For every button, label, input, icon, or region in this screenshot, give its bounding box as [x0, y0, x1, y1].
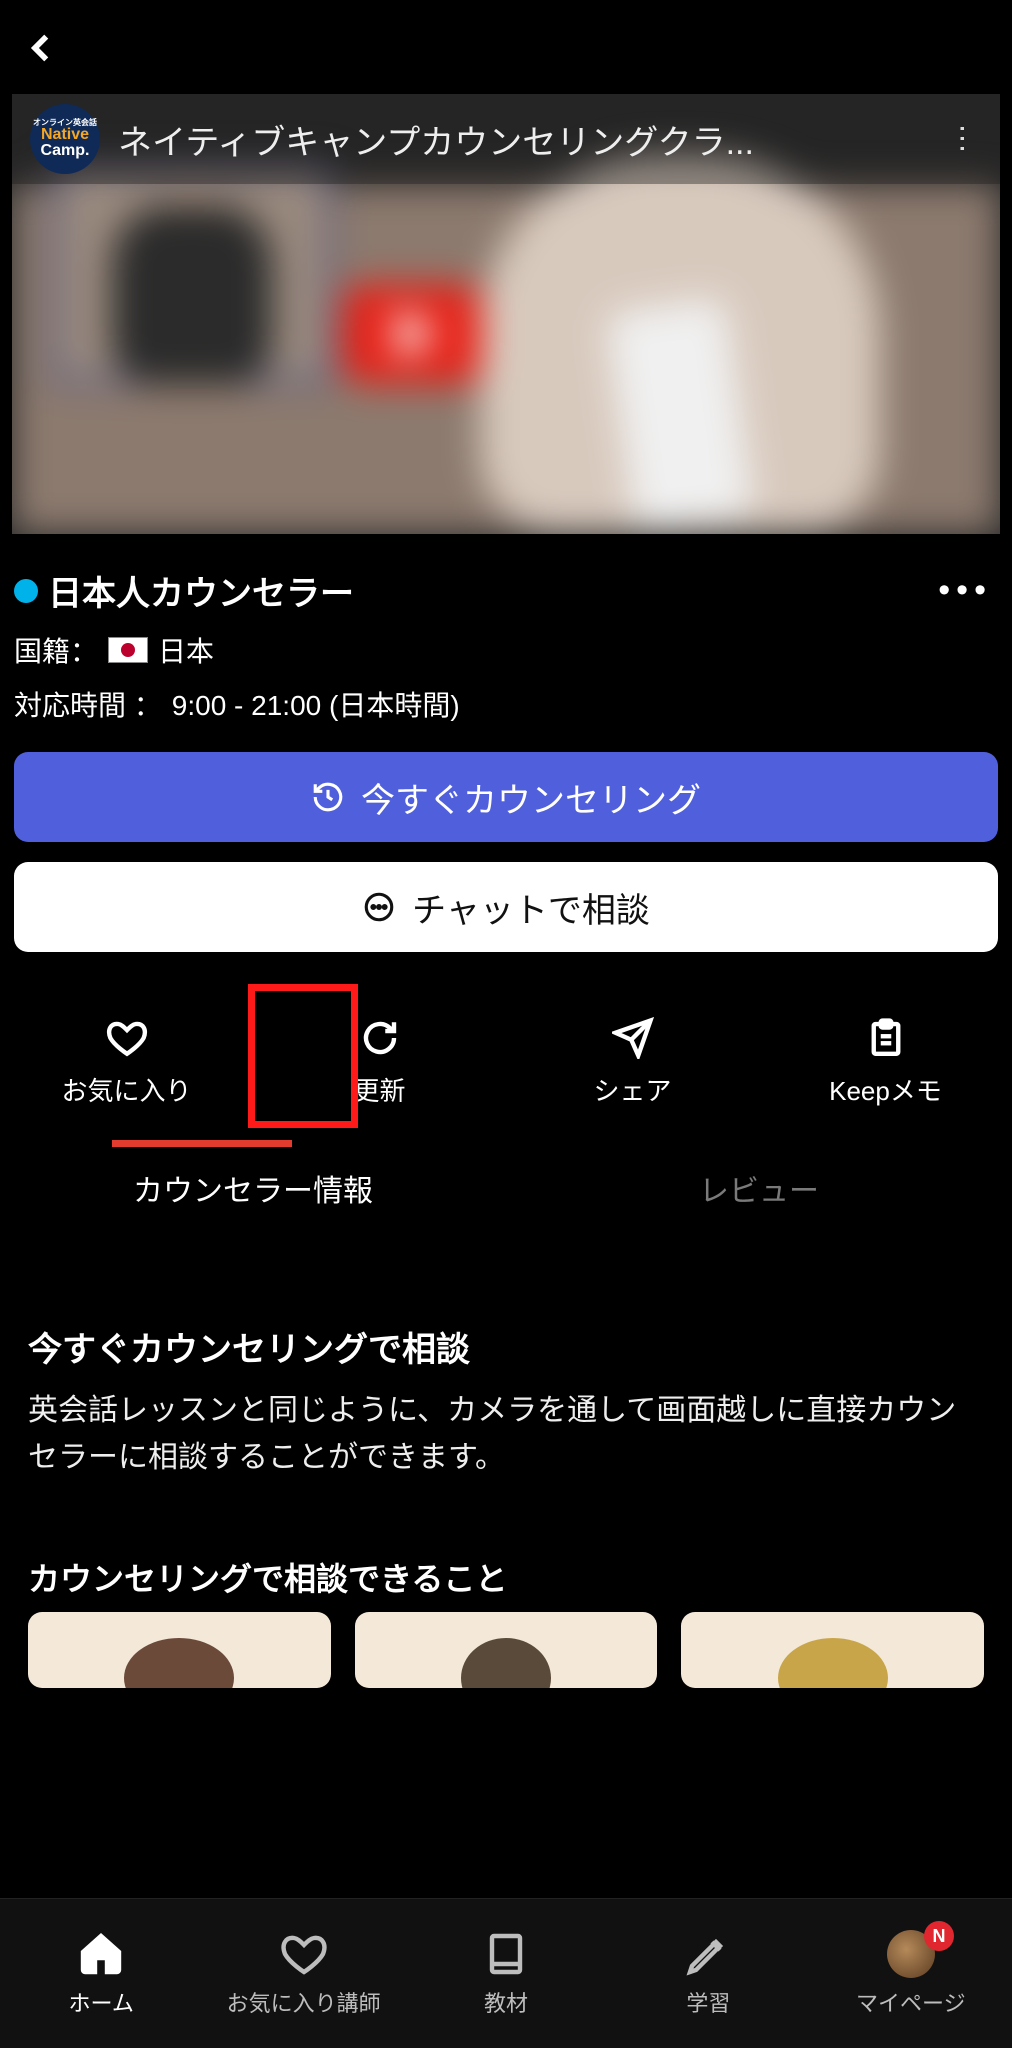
nationality-value: 日本 [158, 630, 214, 670]
topic-card[interactable] [355, 1612, 658, 1688]
topic-cards [28, 1612, 984, 1688]
tab-review-label: レビュー [699, 1166, 819, 1210]
favorite-label: お気に入り [61, 1071, 191, 1108]
hours-value: 9:00 - 21:00 (日本時間) [172, 684, 460, 724]
video-player[interactable]: オンライン英会話 Native Camp. ネイティブキャンプカウンセリングクラ… [12, 94, 1000, 534]
heart-icon [106, 1017, 148, 1059]
tab-counselor-info[interactable]: カウンセラー情報 [0, 1140, 506, 1236]
topic-card[interactable] [28, 1612, 331, 1688]
share-action[interactable]: シェア [506, 992, 759, 1132]
bottom-nav: ホーム お気に入り講師 教材 学習 マイページ N [0, 1898, 1012, 2048]
home-icon [77, 1930, 125, 1978]
section-heading-1: 今すぐカウンセリングで相談 [28, 1322, 984, 1371]
nav-home[interactable]: ホーム [0, 1899, 202, 2048]
keep-memo-label: Keepメモ [829, 1071, 942, 1108]
status-indicator [14, 579, 38, 603]
refresh-label: 更新 [353, 1071, 405, 1108]
logo-line2: Camp. [41, 143, 90, 159]
section-paragraph-1: 英会話レッスンと同じように、カメラを通して画面越しに直接カウンセラーに相談するこ… [28, 1388, 984, 1481]
history-icon [311, 780, 345, 814]
book-icon [482, 1930, 530, 1978]
refresh-action[interactable]: 更新 [253, 992, 506, 1132]
favorite-action[interactable]: お気に入り [0, 992, 253, 1132]
logo-line1: Native [41, 127, 89, 143]
refresh-icon [359, 1017, 401, 1059]
nav-materials-label: 教材 [484, 1986, 528, 2018]
nav-materials[interactable]: 教材 [405, 1899, 607, 2048]
section-heading-2: カウンセリングで相談できること [28, 1554, 984, 1600]
chat-consult-label: チャットで相談 [412, 883, 650, 932]
nav-mypage-label: マイページ [856, 1986, 966, 2018]
nav-study[interactable]: 学習 [607, 1899, 809, 2048]
video-title: ネイティブキャンプカウンセリングクラ... [118, 115, 924, 164]
nav-favorites[interactable]: お気に入り講師 [202, 1899, 404, 2048]
share-label: シェア [593, 1071, 671, 1108]
nav-mypage[interactable]: マイページ N [810, 1899, 1012, 2048]
nationality-row: 国籍： 日本 [14, 630, 214, 670]
channel-logo: オンライン英会話 Native Camp. [30, 104, 100, 174]
video-thumbnail [12, 184, 1000, 534]
notification-badge: N [924, 1921, 954, 1951]
japan-flag-icon [108, 637, 148, 663]
back-button[interactable] [12, 18, 72, 78]
paper-plane-icon [612, 1017, 654, 1059]
nationality-label: 国籍： [14, 630, 98, 670]
nav-study-label: 学習 [686, 1986, 730, 2018]
video-menu-button[interactable]: ⋯ [945, 119, 980, 159]
nav-home-label: ホーム [69, 1986, 134, 2018]
tab-info-label: カウンセラー情報 [133, 1166, 373, 1210]
more-button[interactable]: ••• [932, 571, 998, 610]
counseling-now-button[interactable]: 今すぐカウンセリング [14, 752, 998, 842]
hours-row: 対応時間 ： 9:00 - 21:00 (日本時間) [14, 684, 460, 724]
pencil-icon [684, 1930, 732, 1978]
chat-consult-button[interactable]: チャットで相談 [14, 862, 998, 952]
clipboard-icon [865, 1017, 907, 1059]
tab-review[interactable]: レビュー [506, 1140, 1012, 1236]
chevron-left-icon [25, 31, 59, 65]
chat-icon [362, 890, 396, 924]
topic-card[interactable] [681, 1612, 984, 1688]
counselor-title: 日本人カウンセラー [48, 566, 932, 615]
nav-favorites-label: お気に入り講師 [227, 1986, 381, 2018]
heart-icon [280, 1930, 328, 1978]
keep-memo-action[interactable]: Keepメモ [759, 992, 1012, 1132]
hours-label: 対応時間 ： [14, 684, 162, 724]
counseling-now-label: 今すぐカウンセリング [361, 773, 701, 822]
